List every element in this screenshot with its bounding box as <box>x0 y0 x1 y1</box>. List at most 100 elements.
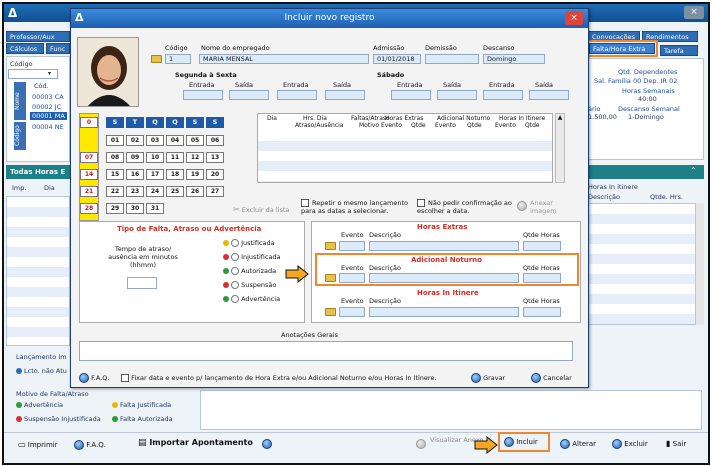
calendar-day[interactable]: 27 <box>206 186 224 197</box>
left-grid[interactable] <box>6 196 70 346</box>
folder-open-icon[interactable] <box>325 242 336 250</box>
list-row-selected[interactable]: 00001 MA <box>30 112 67 120</box>
calendar-day[interactable]: 01 <box>106 135 124 146</box>
he-evento-field[interactable] <box>339 241 365 251</box>
hi-qtde-field[interactable] <box>523 307 561 317</box>
he-qtde-field[interactable] <box>523 241 561 251</box>
visualizar-anexo-button[interactable]: Visualizar Anexo <box>416 436 483 449</box>
an-descricao-field[interactable] <box>369 273 519 283</box>
seg-sex-entrada-2[interactable] <box>277 90 317 100</box>
notes-area[interactable] <box>200 390 702 430</box>
calendar-day[interactable]: 05 <box>186 135 204 146</box>
calendar-day-sunday[interactable]: 14 <box>80 169 98 180</box>
faq-button[interactable]: F.A.Q. <box>74 440 106 450</box>
folder-open-icon[interactable] <box>151 55 162 63</box>
he-descricao-field[interactable] <box>369 241 519 251</box>
calendar-day[interactable]: 26 <box>186 186 204 197</box>
option-suspensao[interactable]: Suspensão <box>223 281 276 289</box>
an-qtde-field[interactable] <box>523 273 561 283</box>
list-row[interactable]: 00002 JC <box>32 103 61 111</box>
calendar-day[interactable]: 15 <box>106 169 124 180</box>
calendar-day-sunday[interactable]: 28 <box>80 203 98 214</box>
anotacoes-textarea[interactable] <box>79 341 573 361</box>
calendar-day[interactable]: 24 <box>146 186 164 197</box>
cancelar-button[interactable]: Cancelar <box>531 373 572 383</box>
side-tab-nome[interactable]: Nome <box>14 82 26 120</box>
side-tab-codigo[interactable]: Código <box>14 122 26 150</box>
registros-rows[interactable] <box>258 131 552 182</box>
demissao-field[interactable] <box>425 54 479 64</box>
option-injustificada[interactable]: Injustificada <box>223 253 281 261</box>
help-circle-icon[interactable] <box>262 439 272 449</box>
admissao-field[interactable]: 01/01/2018 <box>373 54 421 64</box>
calendar-day[interactable]: 31 <box>146 203 164 214</box>
seg-sex-saida-2[interactable] <box>325 90 365 100</box>
calendar-day[interactable]: 25 <box>166 186 184 197</box>
calendar-day[interactable]: 12 <box>186 152 204 163</box>
calendar-day[interactable]: 19 <box>186 169 204 180</box>
codigo-field[interactable]: 1 <box>165 54 191 64</box>
gravar-button[interactable]: Gravar <box>471 373 505 383</box>
option-advertencia[interactable]: Advertência <box>223 295 280 303</box>
sabado-entrada-1[interactable] <box>391 90 431 100</box>
list-row[interactable]: 00004 NE <box>32 123 64 131</box>
sair-button[interactable]: ▮ Sair <box>666 439 686 448</box>
tab-func[interactable]: Func <box>46 43 70 54</box>
right-scrollbar[interactable] <box>696 203 704 325</box>
seg-sex-entrada-1[interactable] <box>183 90 223 100</box>
modal-close-button[interactable]: × <box>565 11 583 25</box>
list-row[interactable]: 00003 CA <box>32 93 64 101</box>
calendar-month-marker[interactable]: 0 <box>80 117 98 128</box>
chevron-up-icon[interactable]: ⌃ <box>690 166 697 175</box>
calendar-day[interactable]: 18 <box>166 169 184 180</box>
sabado-saida-1[interactable] <box>437 90 477 100</box>
tab-tarefa[interactable]: Tarefa <box>660 45 698 56</box>
calendar-day[interactable]: 10 <box>146 152 164 163</box>
calendar-day[interactable]: 04 <box>166 135 184 146</box>
chevron-down-icon[interactable]: ▾ <box>48 70 51 77</box>
excluir-lista-button[interactable]: ✂ Excluir da lista <box>233 205 289 214</box>
calendar-day[interactable]: 11 <box>166 152 184 163</box>
an-evento-field[interactable] <box>339 273 365 283</box>
nome-field[interactable]: MARIA MENSAL <box>199 54 369 64</box>
excluir-button[interactable]: Excluir <box>612 439 648 449</box>
importar-apontamento-button[interactable]: ▤ Importar Apontamento <box>138 438 253 448</box>
tab-calculos[interactable]: Cálculos <box>6 43 44 54</box>
lcto-nao-atu[interactable]: Lcto. não Atu <box>16 367 67 375</box>
calendar-day[interactable]: 17 <box>146 169 164 180</box>
calendar-day[interactable]: 16 <box>126 169 144 180</box>
seg-sex-saida-1[interactable] <box>229 90 269 100</box>
main-close-button[interactable]: × <box>684 6 704 19</box>
fixar-checkbox[interactable]: Fixar data e evento p/ lançamento de Hor… <box>121 374 437 382</box>
calendar-day[interactable]: 09 <box>126 152 144 163</box>
folder-open-icon[interactable] <box>325 274 336 282</box>
calendar-day[interactable]: 06 <box>206 135 224 146</box>
modal-faq-button[interactable]: F.A.Q. <box>79 373 109 383</box>
calendar-day[interactable]: 20 <box>206 169 224 180</box>
calendar-day[interactable]: 22 <box>106 186 124 197</box>
sabado-saida-2[interactable] <box>529 90 569 100</box>
calendar-day[interactable]: 03 <box>146 135 164 146</box>
right-grid[interactable] <box>586 203 696 325</box>
tempo-atraso-input[interactable] <box>127 277 157 289</box>
calendar-day-sunday[interactable]: 07 <box>80 152 98 163</box>
calendar-day[interactable]: 13 <box>206 152 224 163</box>
sabado-entrada-2[interactable] <box>483 90 523 100</box>
option-justificada[interactable]: Justificada <box>223 239 275 247</box>
calendar-day[interactable]: 23 <box>126 186 144 197</box>
imprimir-button[interactable]: ▭ Imprimir <box>18 440 58 449</box>
option-autorizada[interactable]: Autorizada <box>223 267 276 275</box>
calendar-day-sunday[interactable]: 21 <box>80 186 98 197</box>
hi-evento-field[interactable] <box>339 307 365 317</box>
tab-falta-hora-extra[interactable]: Falta/Hora Extra <box>589 43 655 54</box>
calendar-day[interactable]: 02 <box>126 135 144 146</box>
calendar-day[interactable]: 29 <box>106 203 124 214</box>
hi-descricao-field[interactable] <box>369 307 519 317</box>
nao-pedir-checkbox[interactable]: Não pedir confirmação ao escolher a data… <box>417 199 517 215</box>
repetir-checkbox[interactable]: Repetir o mesmo lançamento para as datas… <box>301 199 421 215</box>
descanso-field[interactable]: Domingo <box>483 54 545 64</box>
alterar-button[interactable]: Alterar <box>560 439 596 449</box>
table-scrollbar[interactable]: ▲ <box>555 113 565 183</box>
tab-professor[interactable]: Professor/Aux <box>6 31 70 42</box>
anexar-imagem-button[interactable]: Anexar imagem <box>517 199 557 215</box>
